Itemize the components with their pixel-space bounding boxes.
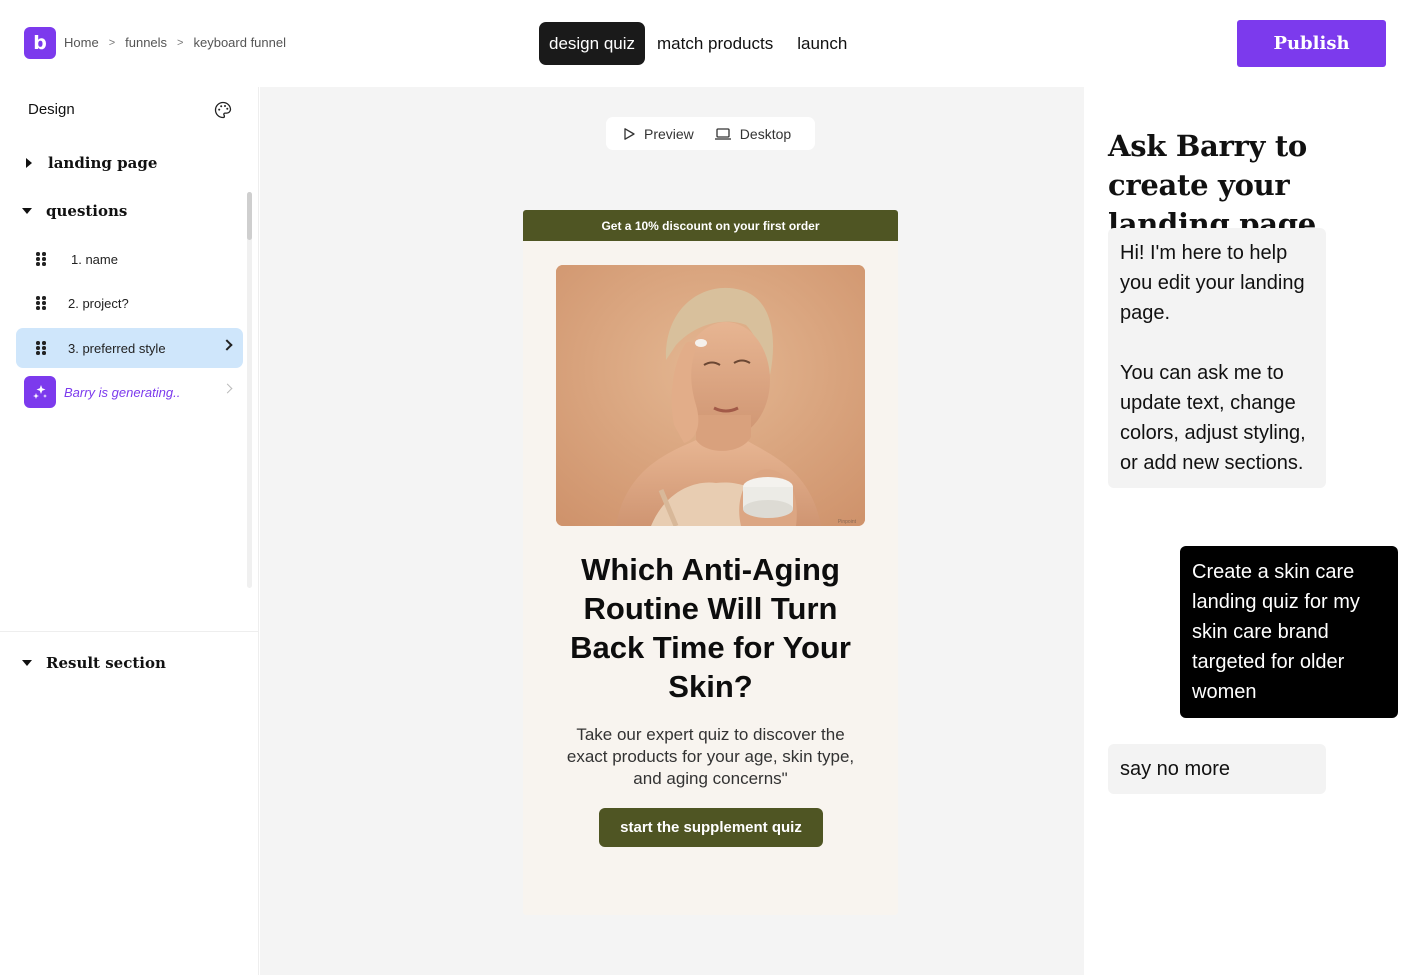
section-label: Result section (46, 654, 166, 672)
bot-message: Hi! I'm here to help you edit your landi… (1108, 228, 1326, 488)
user-message: Create a skin care landing quiz for my s… (1180, 546, 1398, 718)
caret-down-icon (22, 660, 32, 666)
breadcrumb-separator: > (177, 36, 184, 49)
drag-handle-icon[interactable] (36, 252, 46, 266)
step-tabs: design quiz match products launch (539, 22, 859, 65)
top-bar: b Home > funnels > keyboard funnel desig… (0, 0, 1422, 87)
publish-button[interactable]: Publish (1237, 20, 1386, 67)
breadcrumb-current: keyboard funnel (193, 35, 286, 50)
section-label: landing page (48, 154, 158, 172)
question-label: 2. project? (68, 295, 129, 311)
bot-message: say no more (1108, 744, 1326, 794)
section-label: questions (46, 202, 128, 220)
breadcrumb: Home > funnels > keyboard funnel (64, 35, 286, 50)
chevron-right-icon (221, 339, 233, 351)
quiz-subtitle: Take our expert quiz to discover the exa… (566, 725, 855, 788)
question-item-preferred-style[interactable]: 3. preferred style (16, 328, 243, 368)
sidebar-title: Design (28, 101, 75, 118)
caret-right-icon (26, 158, 32, 168)
design-sidebar: Design landing page questions 1. name 2.… (0, 87, 259, 975)
scrollbar-track[interactable] (247, 192, 252, 588)
question-item-name[interactable]: 1. name (16, 239, 243, 279)
image-watermark: Pinpoint (838, 519, 857, 525)
barry-generating-item[interactable]: Barry is generating.. (16, 372, 243, 412)
breadcrumb-funnels[interactable]: funnels (125, 35, 167, 50)
preview-button[interactable]: Preview (622, 126, 694, 142)
section-result[interactable]: Result section (22, 654, 166, 672)
quiz-landing-preview: Get a 10% discount on your first order P… (523, 210, 898, 915)
laptop-icon (714, 127, 731, 140)
app-logo[interactable]: b (24, 27, 56, 59)
start-quiz-button[interactable]: start the supplement quiz (599, 808, 823, 847)
caret-down-icon (22, 208, 32, 214)
question-label: 3. preferred style (68, 340, 166, 356)
ai-chat-panel: Ask Barry to create your landing page Hi… (1084, 87, 1422, 975)
scrollbar-thumb[interactable] (247, 192, 252, 240)
tab-design-quiz[interactable]: design quiz (539, 22, 646, 65)
question-label: 1. name (71, 251, 118, 267)
generating-status: Barry is generating.. (64, 384, 181, 400)
section-questions[interactable]: questions (22, 202, 127, 220)
preview-canvas: Preview Desktop Get a 10% discount on yo… (260, 87, 1084, 975)
palette-icon[interactable] (214, 101, 232, 119)
message-text: Hi! I'm here to help you edit your landi… (1120, 242, 1305, 324)
view-toolbar: Preview Desktop (606, 117, 815, 150)
device-toggle[interactable]: Desktop (714, 126, 791, 142)
chevron-right-icon (222, 383, 233, 394)
preview-label: Preview (644, 125, 694, 142)
breadcrumb-home[interactable]: Home (64, 35, 99, 50)
tab-launch[interactable]: launch (785, 22, 859, 65)
play-icon (624, 127, 635, 140)
tab-match-products[interactable]: match products (645, 22, 785, 65)
question-item-project[interactable]: 2. project? (16, 283, 243, 323)
drag-handle-icon[interactable] (36, 341, 46, 355)
message-text: You can ask me to update text, change co… (1120, 362, 1306, 474)
section-landing-page[interactable]: landing page (22, 154, 157, 172)
divider (0, 631, 259, 632)
drag-handle-icon[interactable] (36, 296, 46, 310)
chat-title: Ask Barry to create your landing page (1108, 129, 1316, 241)
discount-banner: Get a 10% discount on your first order (523, 210, 898, 241)
sparkles-icon (24, 376, 56, 408)
breadcrumb-separator: > (108, 36, 116, 49)
hero-image: Pinpoint (556, 265, 865, 526)
device-label: Desktop (739, 125, 792, 142)
quiz-title: Which Anti-Aging Routine Will Turn Back … (570, 552, 851, 704)
